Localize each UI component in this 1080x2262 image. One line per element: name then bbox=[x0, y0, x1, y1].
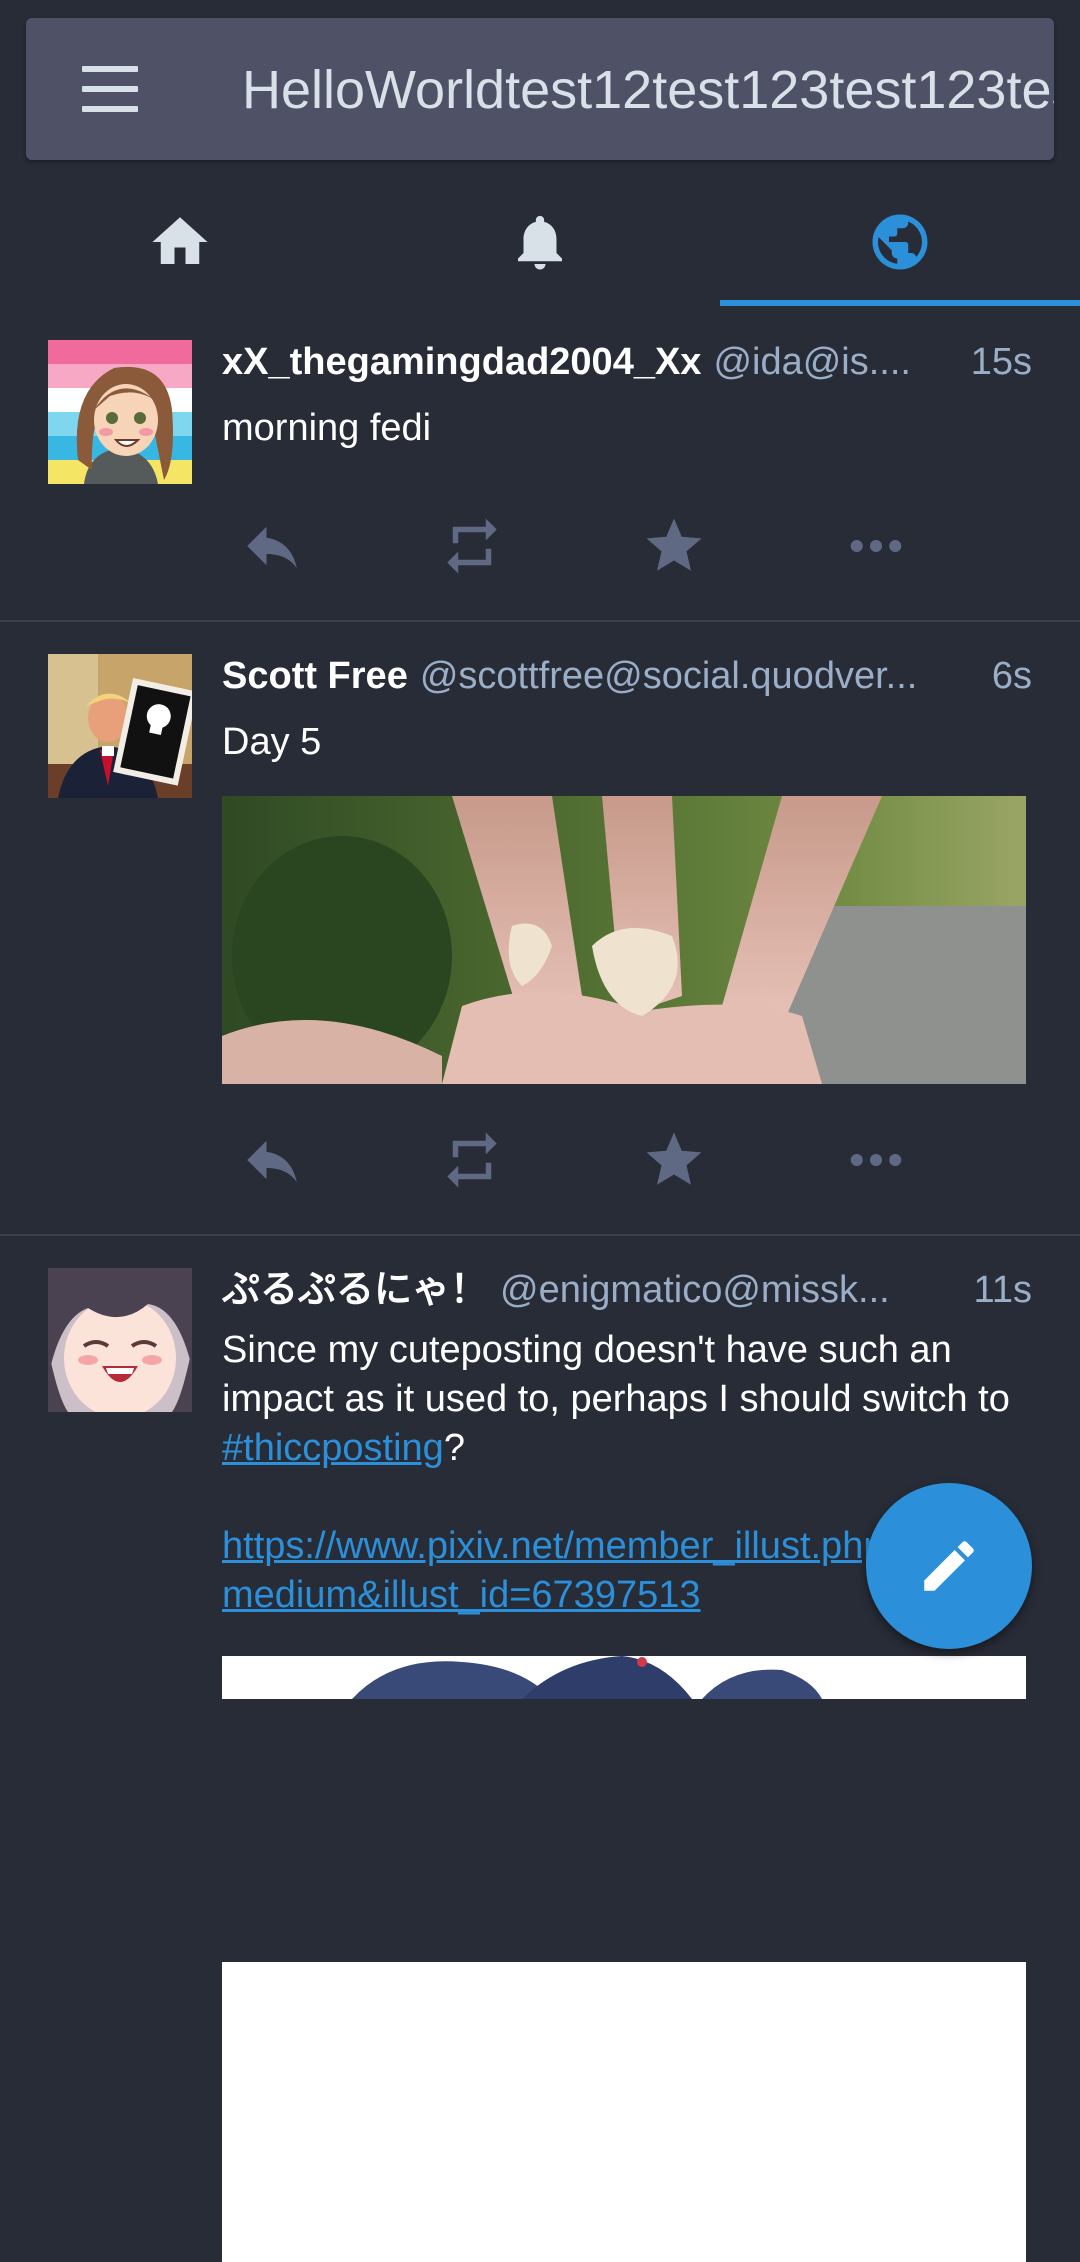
boost-button[interactable] bbox=[432, 1120, 512, 1200]
home-icon bbox=[152, 217, 208, 264]
ellipsis-icon bbox=[850, 1153, 902, 1167]
reply-icon bbox=[247, 1140, 297, 1182]
status-content: morning fedi bbox=[222, 407, 432, 449]
reply-icon bbox=[247, 526, 297, 568]
media-attachment[interactable] bbox=[222, 1962, 1026, 2262]
timestamp[interactable]: 11s bbox=[974, 1262, 1032, 1318]
retweet-icon bbox=[447, 1132, 497, 1188]
media-attachment[interactable] bbox=[222, 796, 1026, 1084]
status-header: Scott Free @scottfree@social.quodver... … bbox=[222, 648, 1032, 704]
timestamp[interactable]: 15s bbox=[971, 334, 1032, 390]
search-query[interactable]: HelloWorldtest12test123test123test bbox=[242, 58, 1054, 122]
tab-public[interactable] bbox=[720, 178, 1080, 306]
search-bar[interactable]: HelloWorldtest12test123test123test bbox=[26, 18, 1054, 160]
status-text: Since my cuteposting doesn't have such a… bbox=[222, 1329, 1010, 1420]
status-actions bbox=[222, 1120, 942, 1200]
star-icon bbox=[646, 518, 702, 571]
display-name[interactable]: ぷるぷるにゃ！ bbox=[222, 1262, 488, 1318]
display-name[interactable]: xX_thegamingdad2004_Xx bbox=[222, 334, 701, 390]
bell-icon bbox=[518, 215, 562, 270]
account-handle[interactable]: @ida@is.... bbox=[713, 334, 958, 390]
boost-button[interactable] bbox=[432, 506, 512, 586]
status-content: Day 5 bbox=[222, 721, 322, 763]
pencil-icon bbox=[924, 1541, 974, 1591]
tab-notifications[interactable] bbox=[360, 178, 720, 306]
globe-icon bbox=[872, 214, 928, 270]
status-text-end: ? bbox=[443, 1427, 465, 1469]
avatar[interactable] bbox=[48, 340, 192, 484]
tab-home[interactable] bbox=[0, 178, 360, 306]
account-handle[interactable]: @enigmatico@missk... bbox=[500, 1262, 962, 1318]
compose-button[interactable] bbox=[866, 1483, 1032, 1649]
reply-button[interactable] bbox=[232, 506, 312, 586]
timeline-tabs bbox=[0, 178, 1080, 306]
ellipsis-icon bbox=[850, 539, 902, 553]
status-header: ぷるぷるにゃ！ @enigmatico@missk... 11s bbox=[222, 1262, 1032, 1318]
header: HelloWorldtest12test123test123test bbox=[0, 0, 1080, 178]
more-button[interactable] bbox=[836, 1120, 916, 1200]
avatar[interactable] bbox=[48, 1268, 192, 1412]
media-preview[interactable] bbox=[222, 1656, 1026, 1699]
favourite-button[interactable] bbox=[634, 506, 714, 586]
timestamp[interactable]: 6s bbox=[992, 648, 1032, 704]
status-item[interactable]: xX_thegamingdad2004_Xx @ida@is.... 15s m… bbox=[0, 306, 1080, 622]
avatar[interactable] bbox=[48, 654, 192, 798]
status-actions bbox=[222, 506, 942, 586]
account-handle[interactable]: @scottfree@social.quodver... bbox=[420, 648, 980, 704]
favourite-button[interactable] bbox=[634, 1120, 714, 1200]
status-header: xX_thegamingdad2004_Xx @ida@is.... 15s bbox=[222, 334, 1032, 390]
reply-button[interactable] bbox=[232, 1120, 312, 1200]
retweet-icon bbox=[447, 518, 497, 574]
more-button[interactable] bbox=[836, 506, 916, 586]
hashtag-link[interactable]: #thiccposting bbox=[222, 1427, 444, 1469]
menu-icon[interactable] bbox=[82, 66, 138, 112]
status-item[interactable]: Scott Free @scottfree@social.quodver... … bbox=[0, 620, 1080, 1236]
display-name[interactable]: Scott Free bbox=[222, 648, 408, 704]
star-icon bbox=[646, 1132, 702, 1185]
